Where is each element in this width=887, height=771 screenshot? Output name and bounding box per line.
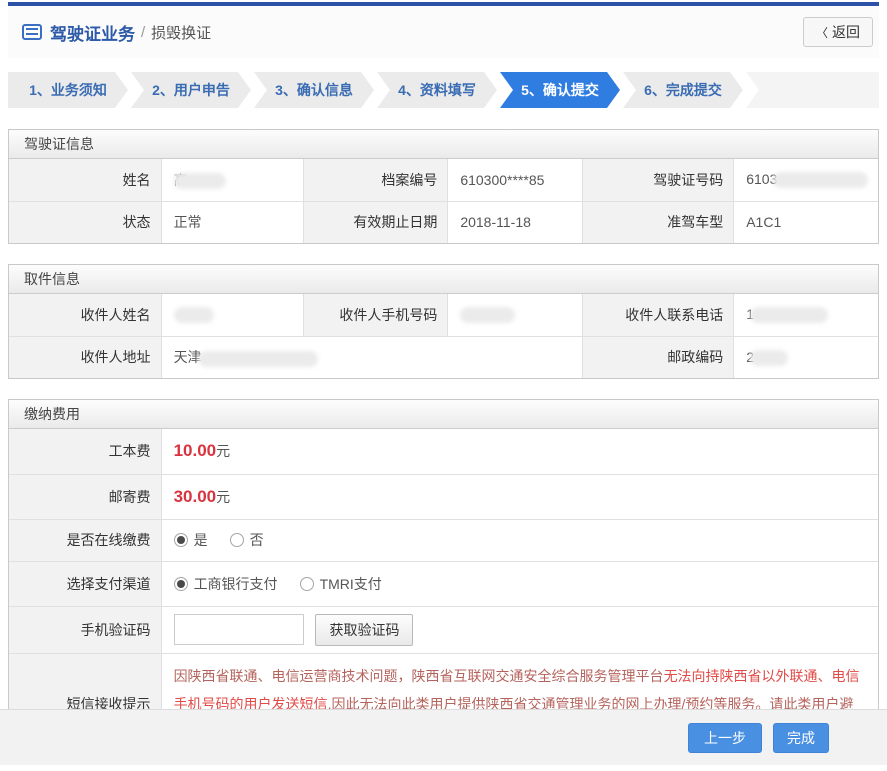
sms-code-label: 手机验证码 [9, 605, 162, 654]
payment-section: 缴纳费用 工本费 10.00元 邮寄费 30.00元 是否在线缴费 是 否 选择… [8, 399, 879, 755]
table-row: 邮寄费 30.00元 [9, 473, 878, 520]
radio-selected-icon[interactable] [173, 533, 188, 547]
name-value: 高 [160, 159, 305, 202]
expiry-value: 2018-11-18 [447, 200, 584, 243]
postcode-label: 邮政编码 [582, 335, 735, 378]
address-mask-blur [197, 350, 318, 367]
radio-selected-icon[interactable] [173, 576, 188, 591]
online-pay-options: 是 否 [160, 518, 878, 562]
vehicle-class-value: A1C1 [733, 200, 878, 243]
recipient-tel-value: 1 [733, 294, 878, 337]
footer-action-bar: 上一步 完成 [0, 709, 887, 765]
table-row: 手机验证码 获取验证码 [9, 605, 878, 654]
work-fee-amount: 10.00 [173, 441, 217, 461]
step-wizard: 1、业务须知 2、用户申告 3、确认信息 4、资料填写 5、确认提交 6、完成提… [8, 72, 879, 108]
step-bar-filler [746, 72, 879, 108]
radio-unselected-icon[interactable] [299, 576, 314, 591]
pickup-info-section-title: 取件信息 [9, 265, 878, 294]
name-label: 姓名 [9, 159, 162, 202]
work-fee-label: 工本费 [9, 429, 162, 475]
step-1-notice: 1、业务须知 [8, 72, 128, 108]
pay-channel-options: 工商银行支付 TMRI支付 [160, 560, 878, 607]
postcode-mask-blur [750, 349, 789, 366]
postcode-value: 2 [733, 335, 878, 378]
address-label: 收件人地址 [9, 335, 162, 378]
status-value: 正常 [160, 200, 305, 243]
recipient-mobile-value [447, 294, 584, 337]
online-pay-yes-option[interactable]: 是 [173, 530, 208, 550]
post-fee-value: 30.00元 [160, 473, 878, 520]
address-value: 天津 [160, 335, 584, 378]
page-header: 驾驶证业务 / 损毁换证 〈 返回 [8, 6, 879, 58]
pickup-info-section: 取件信息 收件人姓名 收件人手机号码 收件人联系电话 1 [8, 264, 879, 379]
recipient-mobile-mask-blur [460, 307, 516, 324]
license-no-mask-blur [773, 172, 869, 189]
get-sms-code-button[interactable]: 获取验证码 [315, 613, 414, 646]
recipient-mobile-label: 收件人手机号码 [303, 294, 449, 337]
sms-code-input[interactable] [173, 614, 304, 645]
page-subtitle: 损毁换证 [151, 24, 212, 42]
finish-button[interactable]: 完成 [773, 722, 829, 753]
post-fee-amount: 30.00 [173, 486, 217, 506]
radio-unselected-icon[interactable] [229, 533, 244, 547]
pickup-info-table: 收件人姓名 收件人手机号码 收件人联系电话 1 收件人地址 天津 邮政编码 [9, 294, 878, 378]
work-fee-value: 10.00元 [160, 429, 878, 475]
table-row: 是否在线缴费 是 否 [9, 518, 878, 562]
payment-section-title: 缴纳费用 [9, 400, 878, 429]
license-info-section-title: 驾驶证信息 [9, 130, 878, 159]
notice-part1: 因陕西省联通、电信运营商技术问题，陕西省互联网交通安全综合服务管理平台 [173, 667, 664, 684]
step-6-complete: 6、完成提交 [623, 72, 743, 108]
file-no-label: 档案编号 [303, 159, 449, 202]
license-service-icon [22, 24, 42, 40]
expiry-label: 有效期止日期 [303, 200, 449, 243]
step-2-declare: 2、用户申告 [131, 72, 251, 108]
back-chevron-icon: 〈 [815, 25, 828, 40]
sms-code-field: 获取验证码 [160, 605, 878, 654]
post-fee-unit: 元 [216, 488, 231, 505]
back-button-label: 返回 [832, 24, 860, 40]
recipient-tel-mask-blur [750, 307, 829, 324]
previous-step-button[interactable]: 上一步 [688, 722, 762, 753]
table-row: 收件人姓名 收件人手机号码 收件人联系电话 1 [9, 294, 878, 337]
channel-tmri-option[interactable]: TMRI支付 [299, 574, 382, 594]
step-3-confirm-info: 3、确认信息 [254, 72, 374, 108]
step-5-confirm-submit: 5、确认提交 [500, 72, 620, 108]
post-fee-label: 邮寄费 [9, 473, 162, 520]
table-row: 姓名 高 档案编号 610300****85 驾驶证号码 6103 [9, 159, 878, 202]
channel-icbc-option[interactable]: 工商银行支付 [173, 574, 278, 594]
pay-channel-label: 选择支付渠道 [9, 560, 162, 607]
recipient-tel-label: 收件人联系电话 [582, 294, 735, 337]
license-info-section: 驾驶证信息 姓名 高 档案编号 610300****85 驾驶证号码 6103 … [8, 129, 879, 244]
file-no-value: 610300****85 [447, 159, 584, 202]
recipient-name-mask-blur [173, 307, 214, 324]
table-row: 状态 正常 有效期止日期 2018-11-18 准驾车型 A1C1 [9, 200, 878, 243]
status-label: 状态 [9, 200, 162, 243]
name-mask-blur [173, 173, 226, 190]
license-info-table: 姓名 高 档案编号 610300****85 驾驶证号码 6103 状态 正常 … [9, 159, 878, 243]
payment-table: 工本费 10.00元 邮寄费 30.00元 是否在线缴费 是 否 选择支付渠道 … [9, 429, 878, 754]
breadcrumb: 驾驶证业务 / 损毁换证 [22, 20, 211, 45]
online-pay-no-option[interactable]: 否 [229, 530, 264, 550]
table-row: 工本费 10.00元 [9, 429, 878, 475]
online-pay-label: 是否在线缴费 [9, 518, 162, 562]
vehicle-class-label: 准驾车型 [582, 200, 735, 243]
page: 驾驶证业务 / 损毁换证 〈 返回 1、业务须知 2、用户申告 3、确认信息 4… [0, 2, 887, 771]
step-4-fill-data: 4、资料填写 [377, 72, 497, 108]
license-no-value: 6103 [733, 159, 878, 202]
recipient-name-label: 收件人姓名 [9, 294, 162, 337]
table-row: 选择支付渠道 工商银行支付 TMRI支付 [9, 560, 878, 607]
page-title: 驾驶证业务 [50, 24, 135, 44]
breadcrumb-separator: / [141, 23, 146, 41]
license-no-label: 驾驶证号码 [582, 159, 735, 202]
work-fee-unit: 元 [216, 443, 231, 460]
back-button[interactable]: 〈 返回 [802, 17, 873, 47]
recipient-name-value [160, 294, 305, 337]
table-row: 收件人地址 天津 邮政编码 2 [9, 335, 878, 378]
